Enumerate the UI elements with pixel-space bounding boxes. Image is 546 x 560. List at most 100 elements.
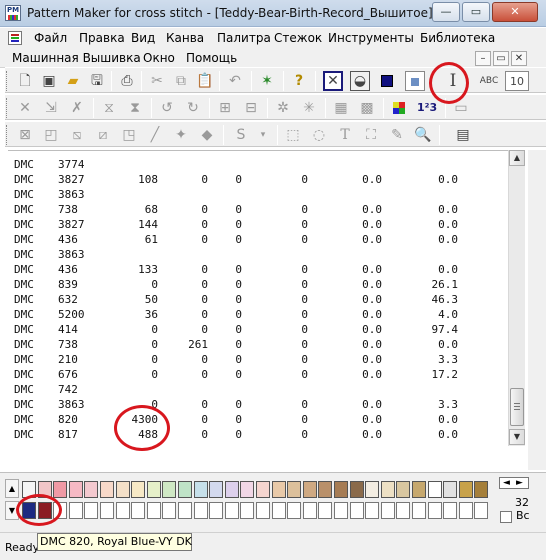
show-all-checkbox[interactable] xyxy=(500,511,512,523)
bead-icon[interactable]: ◆ xyxy=(197,125,217,145)
palette-swatch-empty[interactable] xyxy=(302,502,317,519)
palette-swatch[interactable] xyxy=(474,481,489,498)
palette-swatch[interactable] xyxy=(427,481,442,498)
palette-swatch[interactable] xyxy=(334,481,348,498)
palette-swatch-empty[interactable] xyxy=(240,502,255,519)
palette-swatch-empty[interactable] xyxy=(380,502,395,519)
palette-swatch[interactable] xyxy=(224,481,239,498)
minimize-button[interactable]: — xyxy=(432,2,460,22)
eyedropper-icon[interactable]: ✎ xyxy=(387,125,407,145)
stitch-grid-icon[interactable]: ▦ xyxy=(331,98,351,118)
tool-panel-icon[interactable]: ▤ xyxy=(453,125,473,145)
abc-icon[interactable]: ABC xyxy=(479,71,499,91)
open-icon[interactable]: ▣ xyxy=(39,71,59,91)
palette-swatch-empty[interactable] xyxy=(474,502,489,519)
paste-icon[interactable]: 📋 xyxy=(195,71,215,91)
full-stitch-icon[interactable]: ✕ xyxy=(323,71,343,91)
palette-swatch[interactable] xyxy=(287,481,302,498)
palette-swatch[interactable] xyxy=(240,481,255,498)
palette-swatch-empty[interactable] xyxy=(396,502,411,519)
palette-swatch-empty[interactable] xyxy=(334,502,348,519)
pattern-icon[interactable]: ✲ xyxy=(273,98,293,118)
stroke-s-icon[interactable]: S xyxy=(231,125,251,145)
mirror-horizontal-icon[interactable]: ⧖ xyxy=(99,98,119,118)
chevron-down-icon[interactable]: ▾ xyxy=(253,125,273,145)
mdi-close-button[interactable]: ✕ xyxy=(511,51,527,66)
stitch-grid-alt-icon[interactable]: ▩ xyxy=(357,98,377,118)
palette-swatch[interactable] xyxy=(162,481,177,498)
palette-swatch-empty[interactable] xyxy=(318,502,333,519)
palette-swatch-empty[interactable] xyxy=(115,502,130,519)
palette-swatch-empty[interactable] xyxy=(271,502,286,519)
palette-swatch[interactable] xyxy=(131,481,146,498)
palette-left-arrow[interactable]: ◄ xyxy=(500,478,513,488)
report-text-area[interactable]: DMC 3774 DMC 3827 108 0 0 0 0.0 0.0 DMC 3863 DMC 738 6… xyxy=(8,150,508,446)
box-diagonal-icon[interactable]: ⧅ xyxy=(67,125,87,145)
pattern-alt-icon[interactable]: ✳ xyxy=(299,98,319,118)
menu-help[interactable]: Помощь xyxy=(186,51,237,65)
palette-swatch-empty[interactable] xyxy=(427,502,442,519)
menu-machine-embroidery[interactable]: Машинная Вышивка xyxy=(12,51,141,65)
box-diagonal-alt-icon[interactable]: ⧄ xyxy=(93,125,113,145)
scrollbar-thumb[interactable] xyxy=(510,388,524,426)
palette-swatch[interactable] xyxy=(209,481,224,498)
palette-swatch-empty[interactable] xyxy=(349,502,364,519)
palette-swatch-empty[interactable] xyxy=(100,502,114,519)
rotate-left-icon[interactable]: ↺ xyxy=(157,98,177,118)
flip-cross-icon[interactable]: ✗ xyxy=(67,98,87,118)
palette-swatch-empty[interactable] xyxy=(84,502,99,519)
palette-swatch-empty[interactable] xyxy=(193,502,208,519)
move-icon[interactable]: ⇲ xyxy=(41,98,61,118)
palette-swatch[interactable] xyxy=(396,481,411,498)
mdi-minimize-button[interactable]: – xyxy=(475,51,491,66)
palette-swatch-empty[interactable] xyxy=(412,502,426,519)
palette-swatch[interactable] xyxy=(318,481,333,498)
menu-view[interactable]: Вид xyxy=(131,31,155,45)
box-quarter-icon[interactable]: ◳ xyxy=(119,125,139,145)
fill-color-icon[interactable] xyxy=(377,71,397,91)
zoom-field[interactable]: 10 xyxy=(505,71,529,91)
menu-edit[interactable]: Правка xyxy=(79,31,125,45)
menu-file[interactable]: Файл xyxy=(34,31,67,45)
numbering-icon[interactable]: 1²3 xyxy=(417,98,437,118)
palette-swatch[interactable] xyxy=(412,481,426,498)
copy-icon[interactable]: ⧉ xyxy=(171,71,191,91)
box-x-icon[interactable]: ⊠ xyxy=(15,125,35,145)
vertical-scrollbar[interactable]: ▲ ▼ xyxy=(508,150,525,446)
menu-window[interactable]: Окно xyxy=(143,51,175,65)
palette-swatch[interactable] xyxy=(458,481,473,498)
grid-copy-icon[interactable]: ⊟ xyxy=(241,98,261,118)
palette-swatch[interactable] xyxy=(100,481,114,498)
palette-swatch-empty[interactable] xyxy=(68,502,83,519)
select-rect-icon[interactable]: ⬚ xyxy=(283,125,303,145)
new-icon[interactable]: 🗋 xyxy=(15,71,35,91)
palette-swatch[interactable] xyxy=(443,481,458,498)
palette-swatch[interactable] xyxy=(302,481,317,498)
menu-stitch[interactable]: Стежок xyxy=(274,31,322,45)
half-stitch-icon[interactable]: ◒ xyxy=(350,71,370,91)
close-button[interactable]: ✕ xyxy=(492,2,538,22)
palette-swatch[interactable] xyxy=(146,481,161,498)
palette-swatch[interactable] xyxy=(365,481,380,498)
cut-icon[interactable]: ✂ xyxy=(147,71,167,91)
palette-swatch-empty[interactable] xyxy=(443,502,458,519)
undo-icon[interactable]: ↶ xyxy=(225,71,245,91)
delete-icon[interactable]: ✕ xyxy=(15,98,35,118)
palette-swatch[interactable] xyxy=(256,481,270,498)
text-icon[interactable]: T xyxy=(335,125,355,145)
menu-palette[interactable]: Палитра xyxy=(217,31,271,45)
save-icon[interactable]: 🖫 xyxy=(87,71,107,91)
palette-swatch[interactable] xyxy=(68,481,83,498)
print-icon[interactable]: ⎙ xyxy=(117,71,137,91)
menu-tools[interactable]: Инструменты xyxy=(328,31,414,45)
color-grid-icon[interactable] xyxy=(389,98,409,118)
star-icon[interactable]: ✦ xyxy=(171,125,191,145)
scroll-down-button[interactable]: ▼ xyxy=(509,429,525,445)
menu-library[interactable]: Библиотека xyxy=(420,31,495,45)
palette-swatch-empty[interactable] xyxy=(178,502,192,519)
palette-right-arrow[interactable]: ► xyxy=(513,478,526,488)
palette-up-button[interactable]: ▲ xyxy=(5,479,19,498)
box-corner-icon[interactable]: ◰ xyxy=(41,125,61,145)
palette-swatch-empty[interactable] xyxy=(365,502,380,519)
palette-swatch[interactable] xyxy=(193,481,208,498)
